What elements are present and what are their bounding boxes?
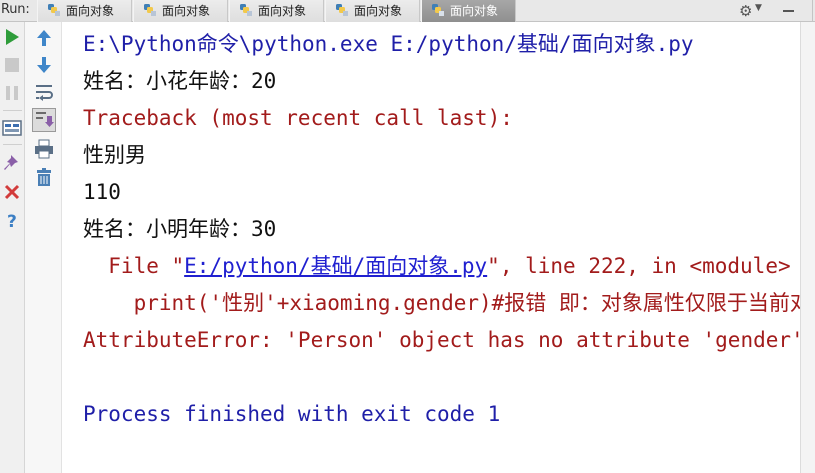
down-arrow-icon[interactable] xyxy=(33,54,55,76)
layout-icon[interactable] xyxy=(1,117,23,139)
python-file-icon xyxy=(240,4,252,16)
divider xyxy=(812,0,813,22)
console-line-command: E:\Python命令\python.exe E:/python/基础/面向对象… xyxy=(83,32,694,56)
console-line-traceback: Traceback (most recent call last): xyxy=(83,106,513,130)
console-line-output: 性别男 xyxy=(83,143,146,167)
up-arrow-icon[interactable] xyxy=(33,27,55,49)
console-line-error: AttributeError: 'Person' object has no a… xyxy=(83,328,800,352)
run-tab-label: 面向对象 xyxy=(66,4,115,18)
run-tab-3[interactable]: 面向对象 xyxy=(229,0,324,22)
run-tab-1[interactable]: 面向对象 xyxy=(37,0,132,22)
console-output[interactable]: E:\Python命令\python.exe E:/python/基础/面向对象… xyxy=(62,22,800,473)
console-line-exit: Process finished with exit code 1 xyxy=(83,402,501,426)
traceback-file-prefix: File " xyxy=(83,254,185,278)
console-line-output: 姓名：小明年龄：30 xyxy=(83,217,277,241)
separator xyxy=(3,110,22,111)
console-toolbar xyxy=(25,22,62,473)
run-label: Run: xyxy=(1,2,30,17)
svg-text:?: ? xyxy=(7,212,17,231)
close-icon[interactable] xyxy=(1,181,23,203)
run-tab-2[interactable]: 面向对象 xyxy=(133,0,228,22)
python-file-icon xyxy=(336,4,348,16)
help-icon[interactable]: ? xyxy=(1,209,23,231)
run-tab-label: 面向对象 xyxy=(162,4,211,18)
pin-icon[interactable] xyxy=(1,152,23,174)
console-scrollbar[interactable] xyxy=(800,22,815,473)
python-file-icon xyxy=(48,4,60,16)
pause-icon[interactable] xyxy=(1,82,23,104)
gear-icon[interactable]: ⚙ xyxy=(739,2,752,20)
scroll-to-end-icon[interactable] xyxy=(32,108,56,132)
hide-icon[interactable] xyxy=(783,10,794,12)
console-line-output: 110 xyxy=(83,180,121,204)
console-line-output: 姓名：小花年龄：20 xyxy=(83,69,277,93)
run-tab-label: 面向对象 xyxy=(354,4,403,18)
run-tab-bar: Run: 面向对象 面向对象 面向对象 面向对象 面向对象 ⚙ ▼ xyxy=(0,0,815,22)
traceback-file-suffix: ", line 222, in <module> xyxy=(487,254,791,278)
console-line-traceback-file: File "E:/python/基础/面向对象.py", line 222, i… xyxy=(83,253,791,279)
stop-icon[interactable] xyxy=(1,54,23,76)
python-file-icon xyxy=(144,4,156,16)
print-icon[interactable] xyxy=(33,138,55,160)
separator xyxy=(3,144,22,145)
soft-wrap-icon[interactable] xyxy=(33,81,55,103)
console-line-traceback-code: print('性别'+xiaoming.gender)#报错 即：对象属性仅限于… xyxy=(83,291,800,315)
run-toolbar: ? xyxy=(0,22,25,473)
run-tab-4[interactable]: 面向对象 xyxy=(325,0,420,22)
run-tab-label: 面向对象 xyxy=(450,4,499,18)
run-tab-label: 面向对象 xyxy=(258,4,307,18)
traceback-file-link[interactable]: E:/python/基础/面向对象.py xyxy=(184,254,487,278)
chevron-down-icon[interactable]: ▼ xyxy=(755,3,762,13)
python-file-icon xyxy=(432,4,444,16)
run-icon[interactable] xyxy=(1,26,23,48)
run-tab-5-active[interactable]: 面向对象 xyxy=(421,0,516,22)
tab-actions: ⚙ ▼ xyxy=(733,0,815,22)
trash-icon[interactable] xyxy=(33,166,55,188)
